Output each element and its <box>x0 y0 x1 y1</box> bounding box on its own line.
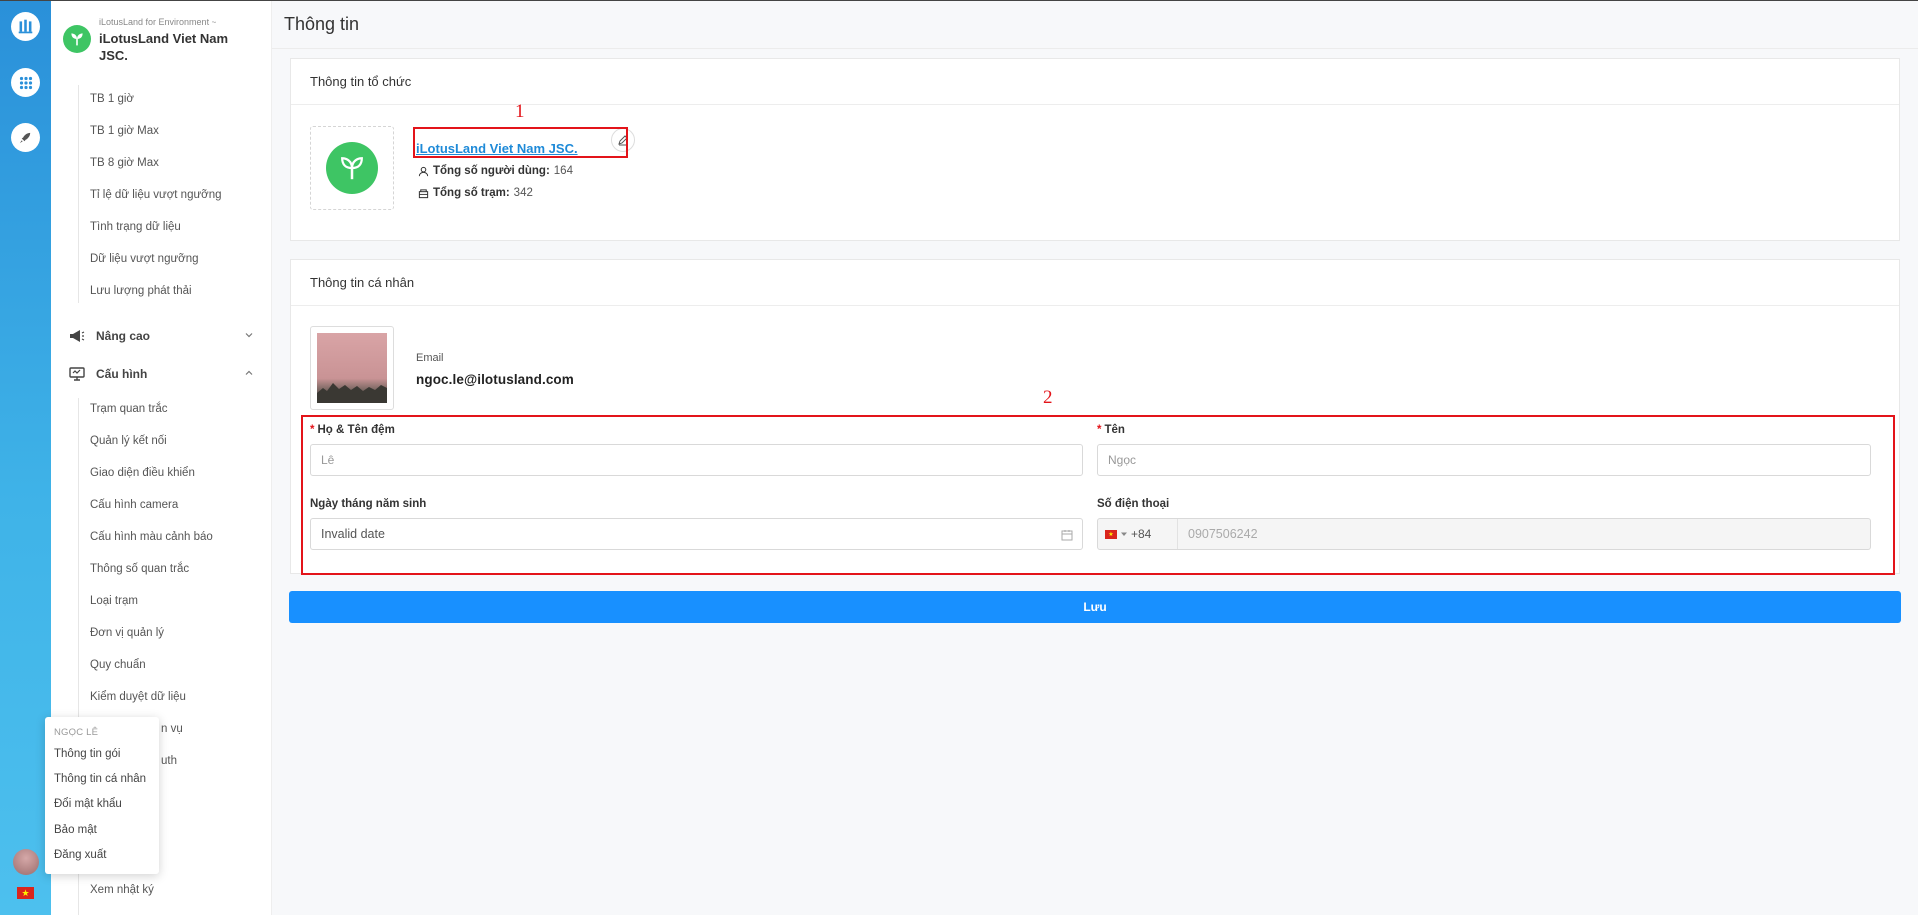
org-logo-upload[interactable] <box>310 126 394 210</box>
org-logo-icon <box>63 25 91 53</box>
nav-item-parameters[interactable]: Thông số quan trắc <box>90 563 189 575</box>
page-title: Thông tin <box>284 14 360 34</box>
org-subtitle: iLotusLand for Environment ~ <box>99 17 217 27</box>
user-avatar[interactable] <box>13 849 39 875</box>
nav-group-advanced[interactable]: Nâng cao <box>68 325 258 347</box>
total-stations-stat: Tổng số trạm: 342 <box>418 187 533 199</box>
nav-item-exceed-ratio[interactable]: Tỉ lệ dữ liệu vượt ngưỡng <box>90 189 222 201</box>
menu-item-personal-info[interactable]: Thông tin cá nhân <box>54 773 146 785</box>
annotation-label-2: 2 <box>1043 387 1053 408</box>
nav-item-tb-1-gio-max[interactable]: TB 1 giờ Max <box>90 125 159 137</box>
nav-item-activity-log[interactable]: Xem nhật ký <box>90 884 154 896</box>
nav-item-standards[interactable]: Quy chuẩn <box>90 659 146 671</box>
nav-item-data-status[interactable]: Tình trạng dữ liệu <box>90 221 181 233</box>
nav-tree-line <box>78 85 79 303</box>
chevron-up-icon <box>245 370 253 375</box>
nav-item-partial-auth[interactable]: uth <box>161 755 177 767</box>
email-value: ngoc.le@ilotusland.com <box>416 372 574 387</box>
menu-item-package-info[interactable]: Thông tin gói <box>54 748 121 760</box>
nav-item-emission-flow[interactable]: Lưu lượng phát thải <box>90 285 192 297</box>
nav-item-exceed-data[interactable]: Dữ liệu vượt ngưỡng <box>90 253 199 265</box>
app-logo-icon[interactable] <box>11 12 40 41</box>
nav-item-managing-units[interactable]: Đơn vị quản lý <box>90 627 164 639</box>
nav-item-partial-services[interactable]: n vụ <box>161 723 183 735</box>
nav-item-stations[interactable]: Trạm quan trắc <box>90 403 168 415</box>
megaphone-icon <box>68 327 86 345</box>
org-name: iLotusLand Viet Nam JSC. <box>99 31 229 63</box>
vietnam-flag-icon[interactable]: ★ <box>17 887 34 899</box>
nav-item-dashboard[interactable]: Giao diện điều khiển <box>90 467 195 479</box>
avatar-upload[interactable] <box>310 326 394 410</box>
annotation-box-1 <box>413 127 628 158</box>
nav-item-data-review[interactable]: Kiểm duyệt dữ liệu <box>90 691 186 703</box>
menu-item-change-password[interactable]: Đổi mật khẩu <box>54 798 122 810</box>
annotation-label-1: 1 <box>515 101 525 122</box>
chevron-down-icon <box>245 333 253 338</box>
org-card-title: Thông tin tổ chức <box>291 59 1899 105</box>
nav-item-camera-config[interactable]: Cấu hình camera <box>90 499 178 511</box>
station-icon <box>418 188 429 198</box>
header-divider <box>272 48 1918 49</box>
nav-item-station-types[interactable]: Loại trạm <box>90 595 138 607</box>
save-button[interactable]: Lưu <box>289 591 1901 623</box>
profile-photo <box>317 333 387 403</box>
user-menu-title: NGỌC LÊ <box>54 727 99 738</box>
annotation-box-2 <box>301 415 1895 575</box>
left-rail: ★ <box>0 1 51 915</box>
nav-item-alert-color[interactable]: Cấu hình màu cảnh báo <box>90 531 213 543</box>
email-label: Email <box>416 352 444 364</box>
nav-item-tb-1-gio[interactable]: TB 1 giờ <box>90 93 134 105</box>
apps-grid-icon[interactable] <box>11 68 40 97</box>
nav-group-config[interactable]: Cấu hình <box>68 363 258 385</box>
org-header[interactable]: iLotusLand for Environment ~ iLotusLand … <box>63 13 263 69</box>
menu-item-security[interactable]: Bảo mật <box>54 824 97 836</box>
personal-card-title: Thông tin cá nhân <box>291 260 1899 306</box>
user-icon <box>418 166 429 176</box>
menu-item-logout[interactable]: Đăng xuất <box>54 849 106 861</box>
nav-item-tb-8-gio-max[interactable]: TB 8 giờ Max <box>90 157 159 169</box>
leaf-logo-icon <box>326 142 378 194</box>
nav-item-connections[interactable]: Quản lý kết nối <box>90 435 167 447</box>
monitor-settings-icon <box>68 365 86 383</box>
user-menu-popup: NGỌC LÊ Thông tin gói Thông tin cá nhân … <box>45 717 159 874</box>
total-users-stat: Tổng số người dùng: 164 <box>418 165 573 177</box>
rocket-icon[interactable] <box>11 123 40 152</box>
